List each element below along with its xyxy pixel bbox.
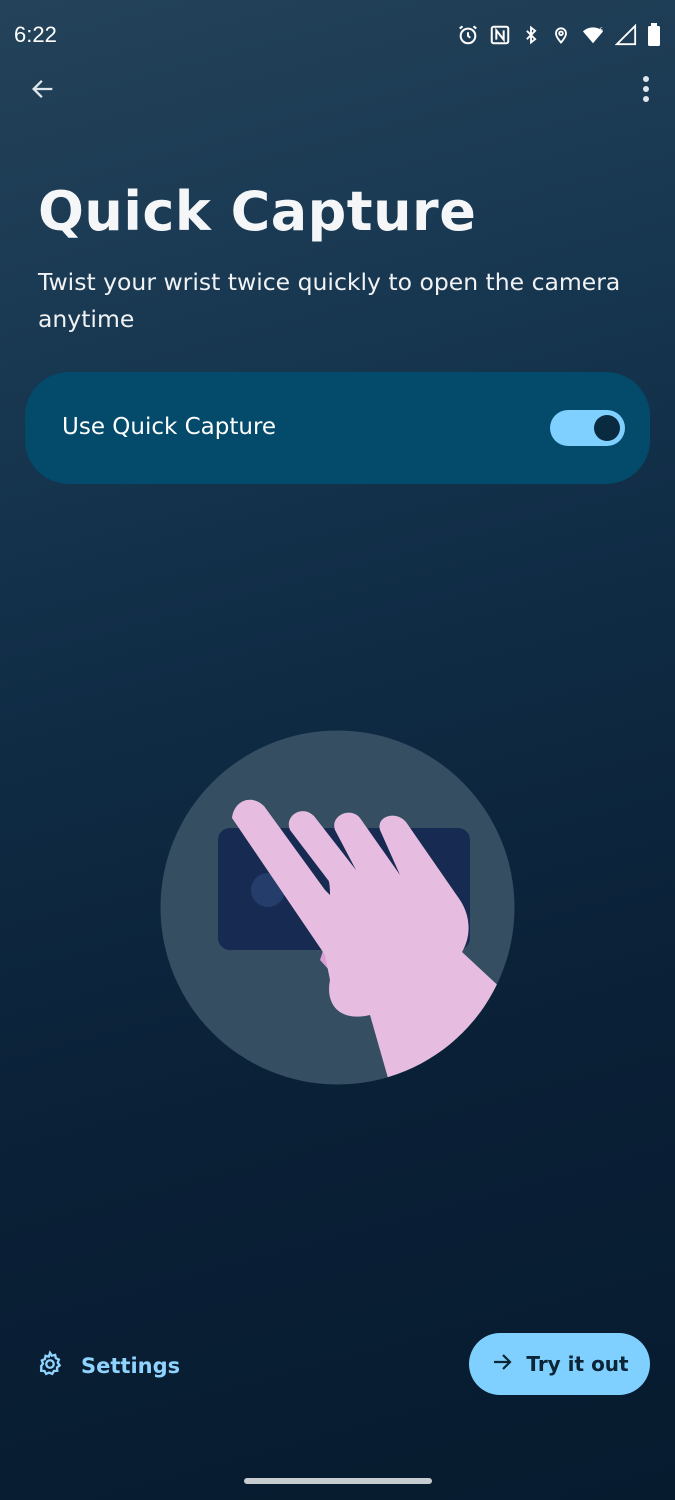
page-description: Twist your wrist twice quickly to open t… [38, 268, 621, 333]
settings-label: Settings [81, 1354, 181, 1378]
svg-text:6: 6 [599, 27, 603, 33]
try-it-out-label: Try it out [526, 1352, 629, 1376]
more-vert-icon [642, 75, 650, 108]
location-icon [551, 24, 571, 46]
status-icons: 6 [457, 20, 661, 50]
top-app-bar [0, 60, 675, 120]
quick-capture-switch[interactable] [550, 410, 625, 446]
switch-knob [594, 415, 620, 441]
wifi-icon: 6 [581, 24, 605, 46]
back-button[interactable] [18, 68, 68, 114]
status-time: 6:22 [14, 22, 57, 47]
settings-button[interactable]: Settings [36, 1346, 180, 1386]
more-options-button[interactable] [631, 68, 661, 114]
try-it-out-button[interactable]: Try it out [469, 1333, 650, 1395]
battery-icon [647, 23, 661, 47]
arrow-left-icon [29, 75, 57, 108]
home-indicator[interactable] [244, 1478, 432, 1484]
gear-icon [36, 1349, 64, 1383]
hand-twisting-phone-illustration [160, 730, 515, 1085]
arrow-right-icon [490, 1350, 514, 1379]
alarm-icon [457, 24, 479, 46]
page-title: Quick Capture [38, 180, 477, 243]
bluetooth-icon [521, 24, 541, 46]
quick-capture-toggle-row[interactable]: Use Quick Capture [25, 372, 650, 484]
nfc-icon [489, 24, 511, 46]
toggle-label: Use Quick Capture [62, 414, 277, 440]
signal-icon [615, 24, 637, 46]
